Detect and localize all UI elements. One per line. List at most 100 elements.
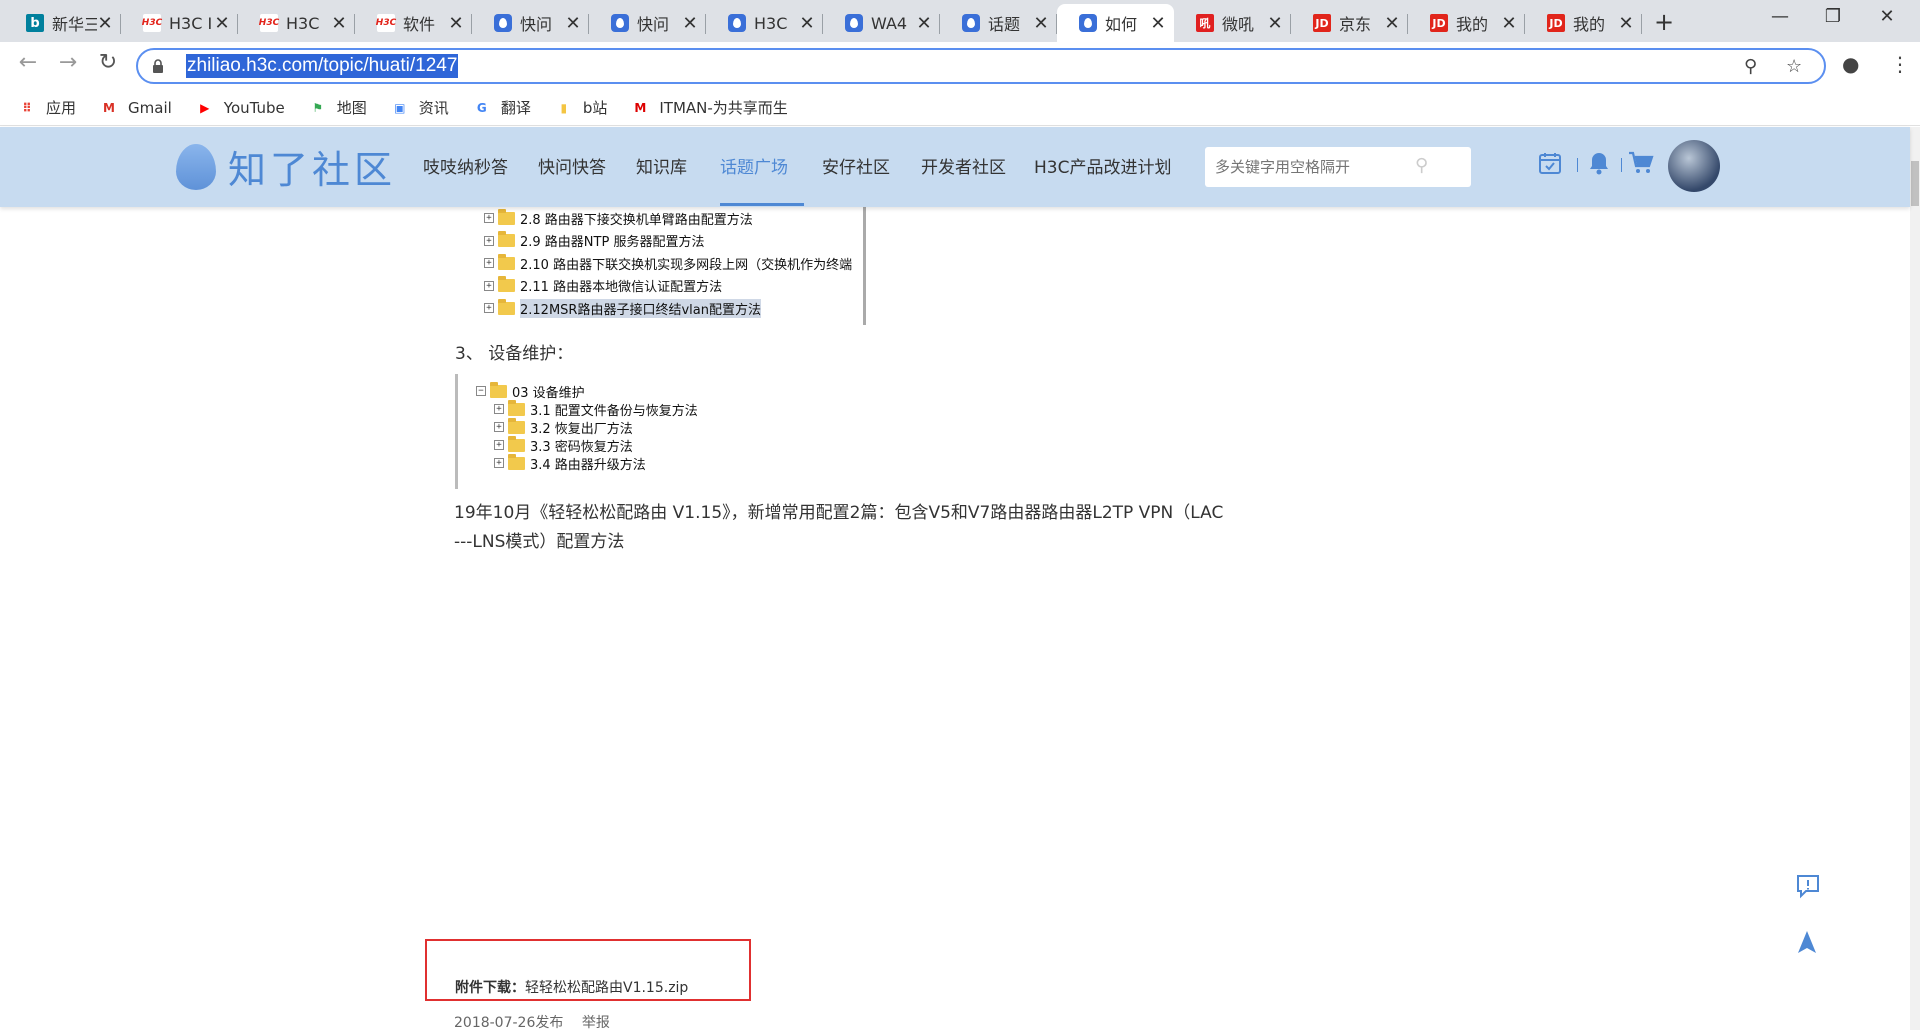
bookmark-item[interactable]: ▶ YouTube: [196, 99, 285, 117]
browser-tab[interactable]: b 新华三 ✕: [4, 4, 121, 42]
tab-title: 快问: [637, 15, 670, 34]
tree-row: +2.12MSR路由器子接口终结vlan配置方法: [478, 297, 863, 320]
site-logo[interactable]: 知了社区: [176, 139, 396, 194]
tab-close-icon[interactable]: ✕: [682, 13, 698, 34]
h3c-favicon-icon: H3C: [259, 14, 279, 32]
browser-tab[interactable]: JD 我的 ✕: [1408, 4, 1525, 42]
notification-bell-icon[interactable]: [1588, 151, 1610, 181]
search-icon[interactable]: ⚲: [1415, 155, 1428, 176]
site-header: 知了社区 吱吱纳秒答 快问快答 知识库 话题广场 安仔社区 开发者社区 H3C产品改进计划 …: [0, 127, 1910, 207]
tab-close-icon[interactable]: ✕: [214, 13, 230, 34]
tab-close-icon[interactable]: ✕: [1384, 13, 1400, 34]
tab-close-icon[interactable]: ✕: [1501, 13, 1517, 34]
bookmark-label: ITMAN-为共享而生: [659, 99, 788, 117]
browser-tab[interactable]: H3C H3C ✕: [238, 4, 355, 42]
bookmark-label: 翻译: [500, 99, 531, 117]
nav-item[interactable]: 快问快答: [538, 153, 606, 178]
menu-icon[interactable]: ⋮: [1890, 52, 1910, 76]
nav-item[interactable]: H3C产品改进计划: [1034, 153, 1171, 178]
forward-button[interactable]: →: [52, 50, 84, 75]
tree-row-label: 3.4 路由器升级方法: [530, 457, 646, 473]
tab-close-icon[interactable]: ✕: [1618, 13, 1634, 34]
folder-icon: [508, 436, 525, 452]
browser-tab[interactable]: H3C 软件 ✕: [355, 4, 472, 42]
tab-close-icon[interactable]: ✕: [565, 13, 581, 34]
nav-item[interactable]: 吱吱纳秒答: [423, 153, 508, 178]
tree-row-label: 2.9 路由器NTP 服务器配置方法: [520, 235, 705, 251]
shopping-cart-icon[interactable]: [1628, 151, 1654, 181]
browser-tab[interactable]: 话题 ✕: [940, 4, 1057, 42]
browser-tab[interactable]: H3C H3C I ✕: [121, 4, 238, 42]
header-divider: [1577, 158, 1578, 172]
calendar-check-icon[interactable]: [1538, 151, 1562, 181]
tab-title: H3C: [754, 13, 788, 33]
report-link[interactable]: 举报: [582, 1015, 610, 1030]
back-button[interactable]: ←: [12, 50, 44, 75]
bookmark-item[interactable]: ▣ 资讯: [391, 97, 449, 118]
logo-icon: [176, 143, 216, 190]
minimize-button[interactable]: —: [1765, 6, 1795, 27]
restore-button[interactable]: ❐: [1818, 6, 1848, 27]
expand-icon: +: [494, 440, 504, 450]
nav-item[interactable]: 知识库: [636, 153, 687, 178]
browser-tab[interactable]: 快问 ✕: [589, 4, 706, 42]
browser-tab[interactable]: JD 京东 ✕: [1291, 4, 1408, 42]
browser-tab[interactable]: WA4 ✕: [823, 4, 940, 42]
feedback-icon[interactable]: [1795, 873, 1821, 906]
tab-title: 新华三: [52, 15, 97, 34]
apps-grid-icon: ⠿: [22, 100, 32, 115]
tab-close-icon[interactable]: ✕: [799, 13, 815, 34]
reload-button[interactable]: ↻: [92, 50, 124, 75]
nav-active-indicator: [720, 203, 804, 206]
user-avatar[interactable]: [1668, 140, 1720, 192]
tab-close-icon[interactable]: ✕: [916, 13, 932, 34]
page-scrollbar[interactable]: [1910, 127, 1920, 1030]
header-divider: [1621, 158, 1622, 172]
tab-close-icon[interactable]: ✕: [97, 13, 113, 34]
back-to-top-icon[interactable]: [1794, 929, 1820, 962]
tab-close-icon[interactable]: ✕: [1033, 13, 1049, 34]
bookmark-item[interactable]: ⚑ 地图: [309, 97, 367, 118]
bookmark-item[interactable]: ▮ b站: [555, 97, 608, 118]
bookmark-item[interactable]: G 翻译: [473, 97, 531, 118]
nav-item[interactable]: 安仔社区: [822, 153, 890, 178]
tab-title: 话题: [988, 15, 1021, 34]
paragraph-line: 19年10月《轻轻松松配路由 V1.15》，新增常用配置2篇：包含V5和V7路由…: [454, 503, 1224, 523]
site-search-input[interactable]: [1205, 147, 1471, 187]
browser-tab[interactable]: H3C ✕: [706, 4, 823, 42]
expand-icon: +: [484, 235, 494, 246]
tab-title: 微吼: [1222, 15, 1255, 34]
tab-close-icon[interactable]: ✕: [331, 13, 347, 34]
tab-close-icon[interactable]: ✕: [448, 13, 464, 34]
browser-tab[interactable]: 如何 ✕: [1057, 4, 1174, 42]
tab-close-icon[interactable]: ✕: [1150, 13, 1166, 34]
url-text[interactable]: zhiliao.h3c.com/topic/huati/1247: [186, 54, 459, 78]
profile-icon[interactable]: ●: [1842, 52, 1859, 76]
tab-title: 我的: [1456, 15, 1489, 34]
browser-tab[interactable]: 吼微吼 ✕: [1174, 4, 1291, 42]
bookmark-item[interactable]: M ITMAN-为共享而生: [631, 97, 787, 118]
attachment-download-link[interactable]: 轻轻松松配路由V1.15.zip: [525, 980, 688, 996]
scrollbar-thumb[interactable]: [1911, 161, 1919, 206]
bookmark-label: 地图: [336, 99, 367, 117]
address-bar[interactable]: zhiliao.h3c.com/topic/huati/1247 ⚲ ☆: [136, 48, 1826, 84]
bookmark-item[interactable]: M Gmail: [100, 99, 172, 117]
folder-icon: [508, 400, 525, 416]
nav-item[interactable]: 开发者社区: [921, 153, 1006, 178]
bookmark-star-icon[interactable]: ☆: [1786, 56, 1802, 77]
tree-row-label: 2.8 路由器下接交换机单臂路由配置方法: [520, 212, 753, 228]
new-tab-button[interactable]: +: [1654, 8, 1674, 36]
tab-title: 如何: [1105, 15, 1138, 34]
zoom-icon[interactable]: ⚲: [1744, 56, 1757, 77]
nav-item[interactable]: 话题广场: [720, 153, 788, 178]
tab-title: 我的: [1573, 15, 1606, 34]
close-window-button[interactable]: ✕: [1872, 6, 1902, 27]
folder-icon: [498, 298, 515, 315]
zhiliao-favicon-icon: [845, 14, 863, 32]
folder-icon: [498, 253, 515, 270]
tree-row: +3.4 路由器升级方法: [476, 454, 755, 472]
browser-tab[interactable]: 快问 ✕: [472, 4, 589, 42]
bookmark-item[interactable]: ⠿ 应用: [18, 97, 76, 118]
tab-close-icon[interactable]: ✕: [1267, 13, 1283, 34]
browser-tab[interactable]: JD 我的 ✕: [1525, 4, 1642, 42]
